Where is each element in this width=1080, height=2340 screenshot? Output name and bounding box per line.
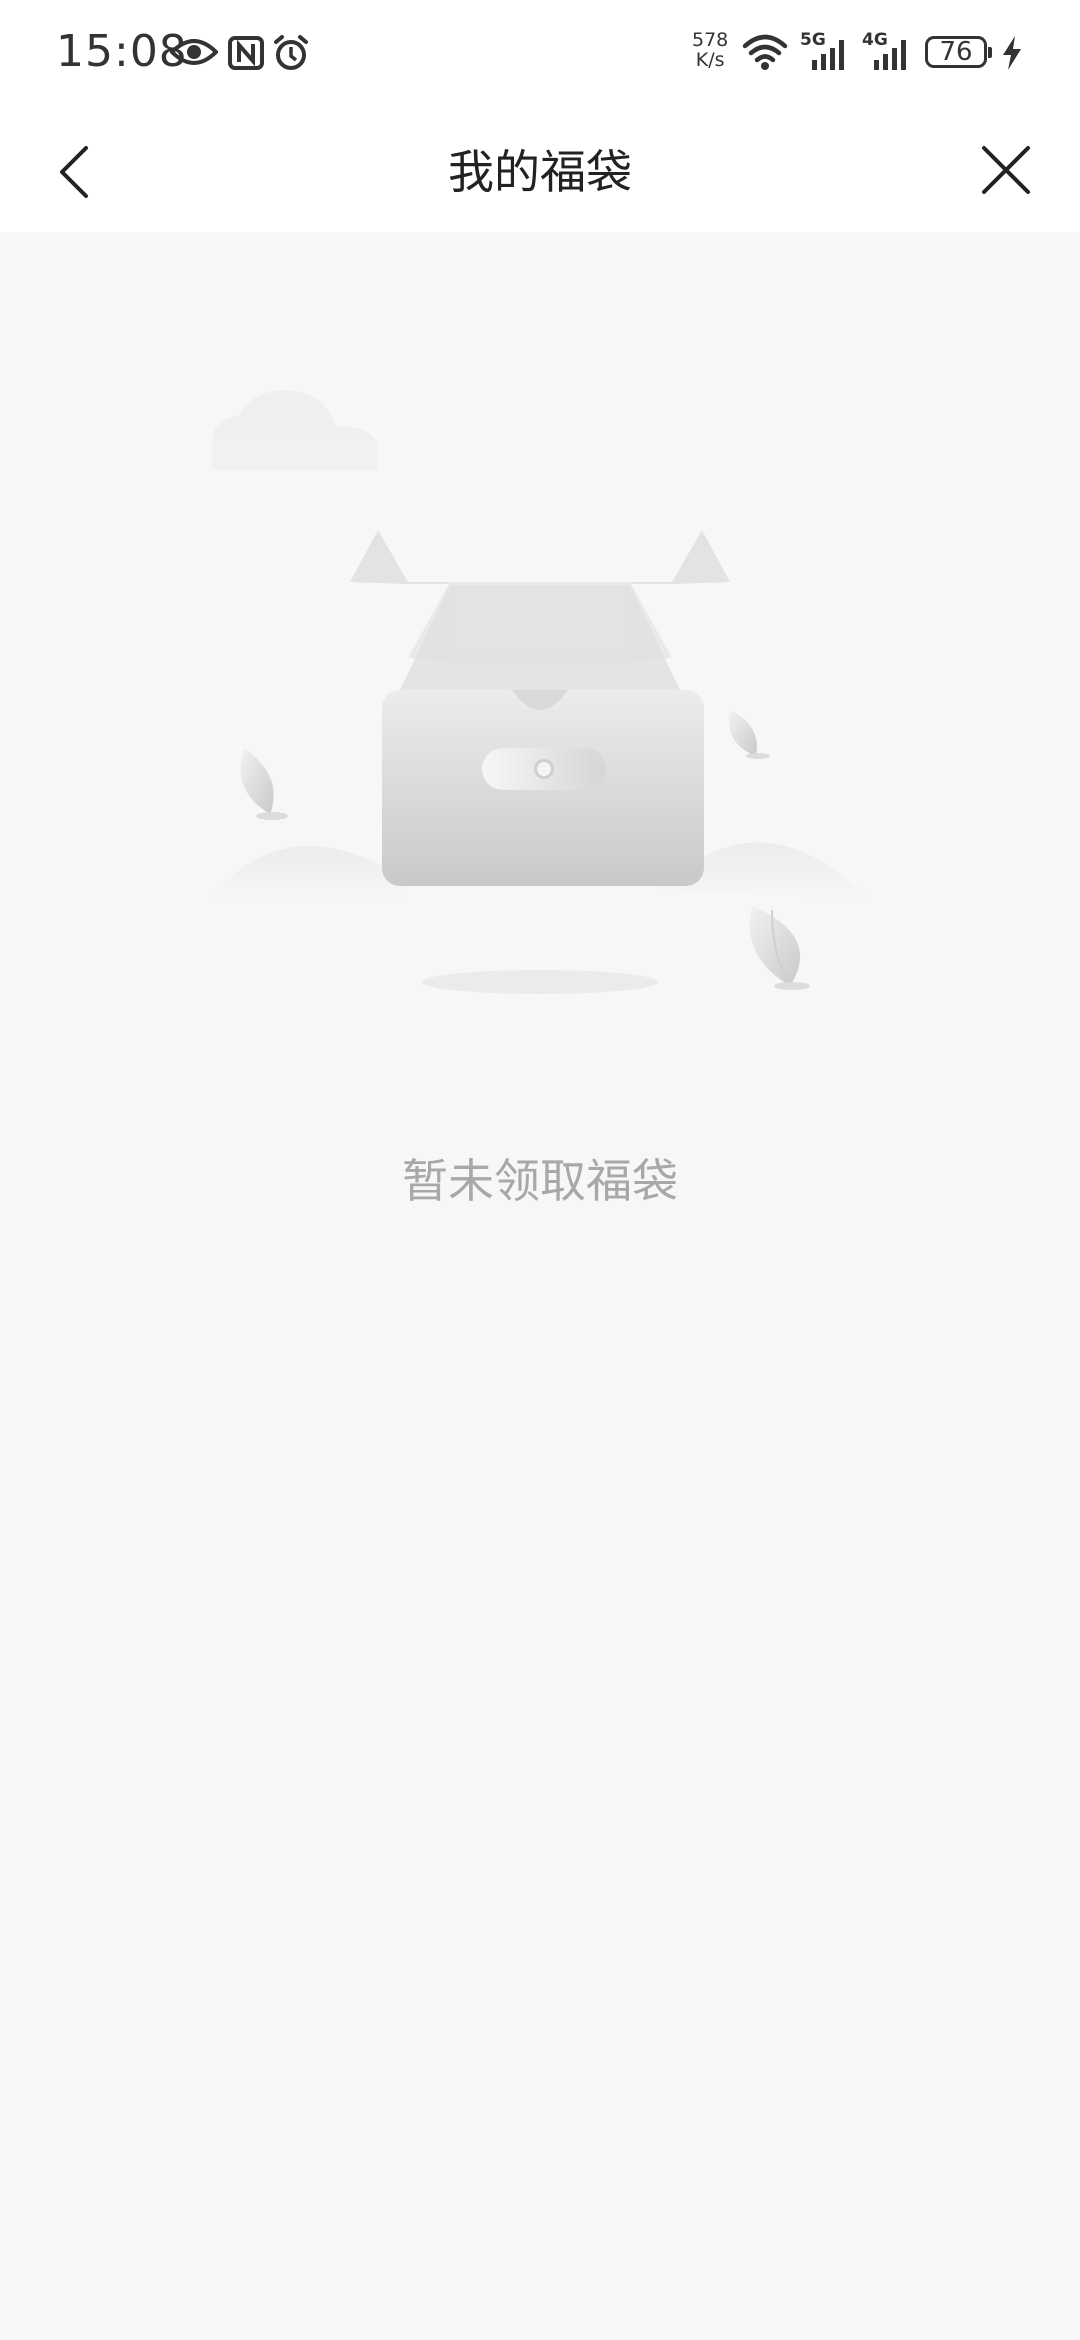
nav-bar: 我的福袋	[0, 106, 1080, 232]
empty-state-message: 暂未领取福袋	[402, 1154, 678, 1208]
nfc-icon	[228, 36, 264, 70]
page-title: 我的福袋	[448, 145, 632, 199]
alarm-icon	[274, 35, 308, 70]
empty-box-illustration	[210, 390, 870, 994]
status-time: 15:08	[56, 26, 188, 77]
charging-icon	[1003, 36, 1021, 70]
battery-indicator: 76	[925, 36, 992, 68]
cloud-decoration	[212, 390, 378, 470]
signal-icon	[874, 40, 906, 70]
network-speed: 578 K/s	[692, 30, 728, 70]
box-decoration	[350, 530, 730, 886]
close-icon	[982, 146, 1030, 194]
leaf-small	[729, 710, 770, 759]
status-bar: 15:08 578 K/s 5G 4G 76	[0, 0, 1080, 106]
wifi-icon	[742, 34, 788, 70]
close-button[interactable]	[976, 140, 1036, 200]
eye-icon	[170, 39, 218, 65]
signal-5g: 5G	[800, 30, 850, 72]
network-speed-unit: K/s	[695, 49, 725, 71]
signal-4g: 4G	[862, 30, 912, 72]
network-speed-value: 578	[692, 29, 729, 51]
signal-icon	[812, 40, 844, 70]
hill-left	[210, 846, 410, 900]
box-shadow	[422, 970, 658, 994]
leaf-left	[240, 748, 288, 820]
leaf-right	[749, 906, 810, 990]
